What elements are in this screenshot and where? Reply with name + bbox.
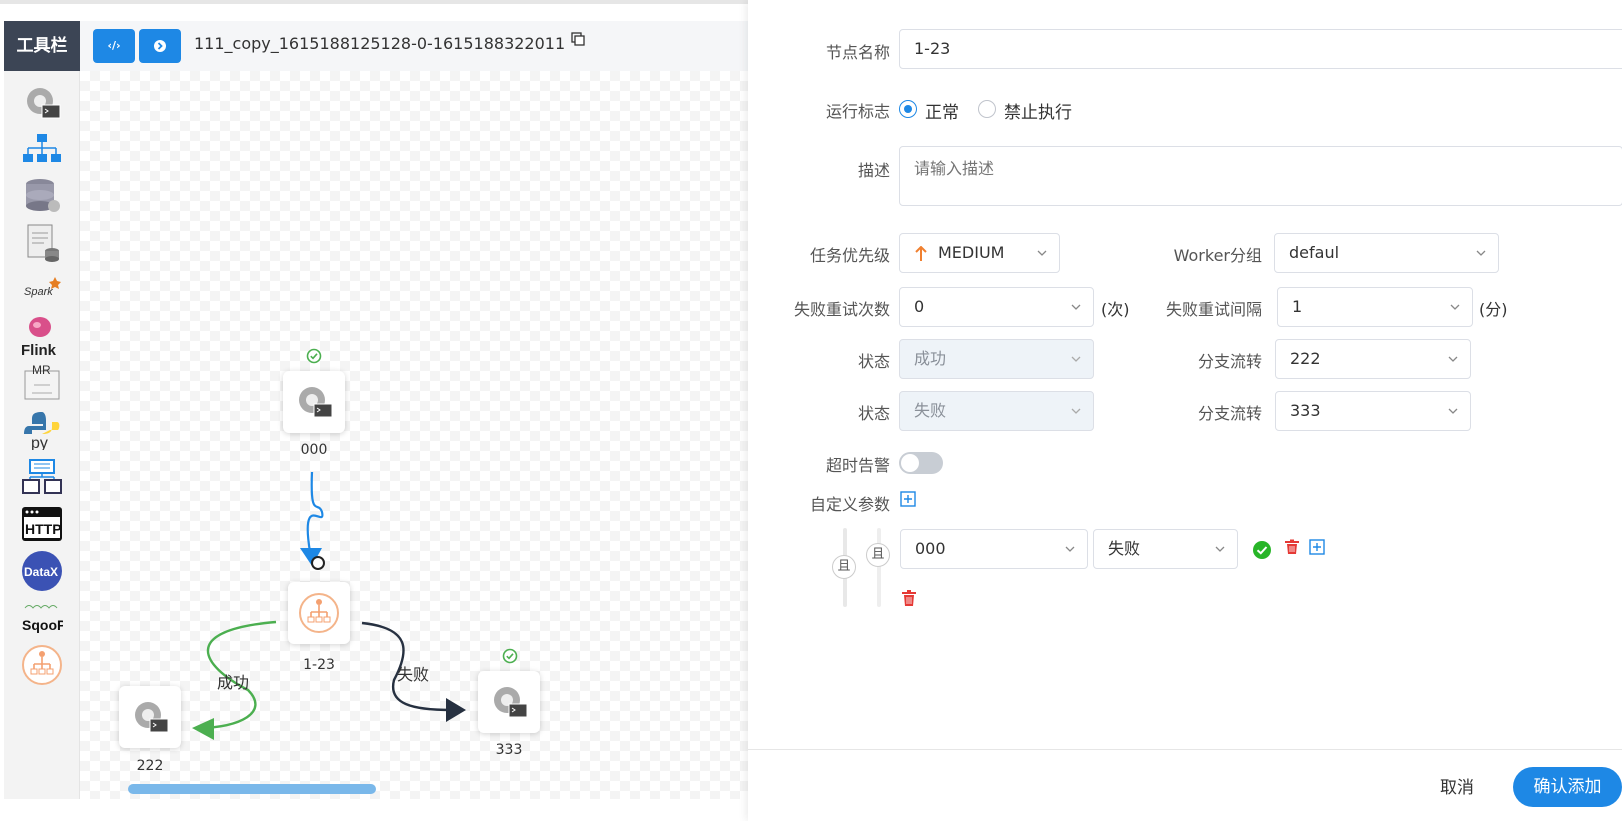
dag-node-222[interactable]	[119, 686, 181, 748]
edge-arrowhead	[192, 718, 214, 740]
add-param-icon[interactable]	[900, 491, 916, 507]
worker-group-value: defaul	[1289, 243, 1340, 262]
chevron-down-icon	[1065, 546, 1075, 552]
node-name-label: 节点名称	[825, 43, 890, 62]
node-label: 333	[495, 742, 523, 758]
shell-icon	[494, 687, 528, 718]
arrow-up-icon	[915, 246, 927, 261]
success-branch-select[interactable]: 222	[1275, 339, 1471, 379]
edge-000-to-1-23[interactable]	[306, 471, 324, 553]
timeout-label: 超时告警	[825, 456, 890, 475]
retry-interval-label: 失败重试间隔	[1165, 300, 1262, 319]
inner-relation-toggle[interactable]: 且	[866, 543, 890, 567]
failed-branch-value: 333	[1290, 401, 1321, 420]
chevron-down-icon	[1450, 304, 1460, 310]
chevron-down-icon	[1215, 546, 1225, 552]
dag-node-1-23[interactable]	[288, 582, 350, 644]
chevron-down-icon	[1071, 304, 1081, 310]
dep-task-value: 000	[915, 539, 946, 558]
chevron-down-icon	[1037, 250, 1047, 256]
node-label: 1-23	[303, 657, 335, 673]
retry-times-value: 0	[914, 297, 925, 316]
run-flag-label: 运行标志	[825, 102, 890, 121]
canvas-horizontal-scrollbar[interactable]	[128, 784, 376, 794]
custom-params-label: 自定义参数	[809, 495, 890, 514]
worker-group-label: Worker分组	[1173, 246, 1262, 265]
node-label: 222	[136, 758, 164, 774]
run-flag-normal-text: 正常	[925, 103, 959, 123]
confirm-add-button[interactable]: 确认添加	[1513, 767, 1622, 807]
failed-branch-label: 分支流转	[1197, 404, 1262, 423]
chevron-down-icon	[1476, 250, 1486, 256]
failed-state-value: 失败	[914, 401, 947, 420]
dep-ok-icon	[1253, 541, 1271, 559]
chevron-down-icon	[1071, 408, 1081, 414]
dag-edges	[192, 471, 466, 740]
retry-interval-unit: (分)	[1479, 300, 1508, 319]
success-check-icon	[502, 648, 518, 664]
node-name-input[interactable]: 1-23	[899, 29, 1622, 69]
success-state-label: 状态	[857, 352, 890, 371]
retry-interval-select[interactable]: 1	[1277, 287, 1473, 327]
dep-status-select[interactable]: 失败	[1093, 529, 1238, 569]
inner-relation-bar	[877, 528, 881, 607]
delete-group-icon[interactable]	[901, 589, 917, 607]
conditions-icon	[299, 593, 339, 633]
add-dep-icon[interactable]	[1309, 539, 1325, 555]
priority-label: 任务优先级	[809, 246, 890, 265]
failed-state-label: 状态	[857, 404, 890, 423]
dag-node-333[interactable]	[478, 671, 540, 733]
chevron-down-icon	[1448, 356, 1458, 362]
dag-node-000[interactable]	[283, 371, 345, 433]
cancel-button[interactable]: 取消	[1440, 773, 1474, 798]
chevron-down-icon	[1448, 408, 1458, 414]
priority-select[interactable]: MEDIUM	[899, 233, 1060, 273]
outer-relation-toggle[interactable]: 且	[832, 555, 856, 579]
delete-dep-icon[interactable]	[1284, 539, 1300, 555]
node-label: 000	[300, 442, 328, 458]
edge-arrowhead	[446, 698, 466, 722]
priority-value: MEDIUM	[938, 243, 1005, 262]
footer-divider	[748, 749, 1622, 750]
shell-icon	[299, 387, 333, 418]
success-branch-value: 222	[1290, 349, 1321, 368]
success-state-select: 成功	[899, 339, 1094, 379]
dep-status-value: 失败	[1108, 539, 1141, 558]
run-flag-forbidden-radio[interactable]	[978, 100, 996, 118]
run-flag-forbidden-text: 禁止执行	[1004, 103, 1072, 123]
run-flag-normal-radio[interactable]	[899, 100, 917, 118]
retry-times-unit: (次)	[1101, 300, 1130, 319]
chevron-down-icon	[1071, 356, 1081, 362]
dep-task-select[interactable]: 000	[900, 529, 1088, 569]
shell-icon	[135, 702, 169, 733]
success-state-value: 成功	[914, 349, 947, 368]
retry-interval-value: 1	[1292, 297, 1303, 316]
success-check-icon	[306, 348, 322, 364]
edge-label-failed: 失败	[397, 665, 430, 684]
edge-anchor	[311, 556, 325, 570]
description-textarea[interactable]	[899, 146, 1622, 206]
retry-times-label: 失败重试次数	[793, 300, 890, 319]
edge-label-success: 成功	[217, 673, 250, 692]
success-branch-label: 分支流转	[1197, 352, 1262, 371]
failed-state-select: 失败	[899, 391, 1094, 431]
timeout-toggle[interactable]	[899, 452, 943, 474]
worker-group-select[interactable]: defaul	[1274, 233, 1499, 273]
retry-times-select[interactable]: 0	[899, 287, 1094, 327]
failed-branch-select[interactable]: 333	[1275, 391, 1471, 431]
description-label: 描述	[857, 161, 890, 180]
